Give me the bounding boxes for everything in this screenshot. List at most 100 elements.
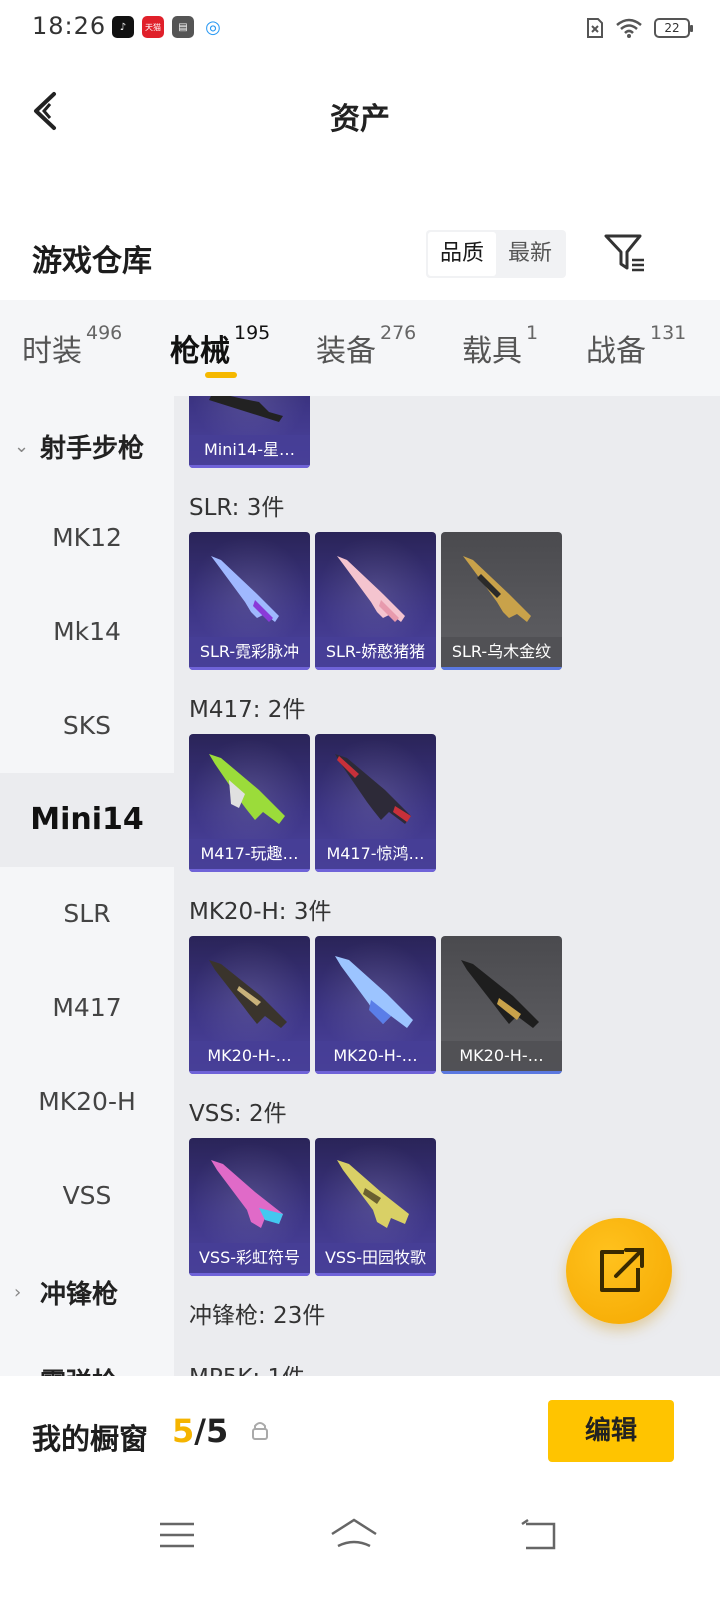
showcase-label: 我的橱窗	[32, 1422, 149, 1456]
weapon-card[interactable]: Mini14-星…	[189, 396, 310, 468]
back-nav-icon[interactable]	[508, 1510, 568, 1560]
tab-vehicles[interactable]: 载具1	[462, 322, 538, 370]
rifle-icon	[209, 396, 283, 422]
rifle-icon	[211, 1160, 283, 1228]
filter-icon[interactable]	[600, 228, 650, 278]
share-icon	[600, 1248, 644, 1292]
sidebar-category-smg[interactable]: › 冲锋枪	[14, 1274, 118, 1311]
colorful-app-icon: ◎	[202, 16, 224, 38]
group-label: M417: 2件	[189, 697, 306, 723]
weapon-type-sidebar: ⌄ 射手步枪 MK12 Mk14 SKS Mini14 SLR M417 MK2…	[0, 396, 174, 1376]
status-time: 18:26	[32, 12, 107, 40]
tiktok-icon: ♪	[112, 16, 134, 38]
section-row: 游戏仓库 品质 最新	[0, 226, 720, 286]
showcase-current: 5	[172, 1412, 195, 1450]
group-label: VSS: 2件	[189, 1101, 287, 1127]
card-caption: MK20-H-…	[441, 1041, 562, 1071]
card-caption: VSS-田园牧歌	[315, 1243, 436, 1273]
group-label: 冲锋枪: 23件	[189, 1303, 326, 1329]
battery-icon: 22	[654, 18, 693, 38]
card-caption: Mini14-星…	[189, 435, 310, 465]
showcase-bar: 我的橱窗 5/5 编辑	[0, 1376, 720, 1488]
weapon-card[interactable]: MK20-H-…	[315, 936, 436, 1074]
tab-label: 装备	[316, 334, 376, 369]
card-caption: MK20-H-…	[315, 1041, 436, 1071]
status-right: 22	[586, 17, 693, 39]
sidebar-category-shotgun[interactable]: › 霰弹枪	[14, 1362, 118, 1376]
tab-equipment[interactable]: 装备276	[316, 322, 416, 370]
status-bar: 18:26 ♪ 天猫 ▤ ◎ 22	[0, 0, 720, 58]
lock-icon	[252, 1422, 268, 1440]
sort-newest-button[interactable]: 最新	[496, 232, 564, 276]
card-caption: SLR-乌木金纹	[441, 637, 562, 667]
tab-label: 时装	[22, 334, 82, 369]
edit-button[interactable]: 编辑	[548, 1400, 674, 1462]
tab-supplies[interactable]: 战备131	[586, 322, 686, 370]
rifle-icon	[335, 754, 411, 824]
menu-icon[interactable]	[148, 1510, 208, 1560]
card-rarity-bar	[315, 1273, 436, 1276]
weapon-card[interactable]: SLR-娇憨猪猪	[315, 532, 436, 670]
rifle-icon	[209, 754, 285, 824]
weapon-card[interactable]: MK20-H-…	[441, 936, 562, 1074]
tab-label: 战备	[586, 334, 646, 369]
sidebar-category-label: 射手步枪	[40, 434, 145, 464]
tmall-icon: 天猫	[142, 16, 164, 38]
rifle-icon	[463, 556, 531, 622]
active-tab-indicator	[205, 372, 237, 378]
card-rarity-bar	[189, 1071, 310, 1074]
sidebar-item-m417[interactable]: M417	[0, 961, 174, 1055]
tab-fashion[interactable]: 时装496	[22, 322, 122, 370]
rifle-icon	[337, 1160, 409, 1228]
weapon-card[interactable]: SLR-乌木金纹	[441, 532, 562, 670]
sidebar-item-mk12[interactable]: MK12	[0, 491, 174, 585]
sidebar-item-sks[interactable]: SKS	[0, 679, 174, 773]
tab-label: 载具	[462, 334, 522, 369]
sidebar-category-marksman[interactable]: ⌄ 射手步枪	[14, 428, 144, 465]
sort-quality-button[interactable]: 品质	[428, 232, 497, 276]
card-caption: SLR-霓彩脉冲	[189, 637, 310, 667]
rifle-icon	[211, 556, 279, 622]
card-rarity-bar	[441, 1071, 562, 1074]
card-caption: SLR-娇憨猪猪	[315, 637, 436, 667]
chevron-down-icon: ⌄	[14, 436, 30, 457]
tab-count: 1	[526, 322, 539, 344]
status-app-icons: ♪ 天猫 ▤ ◎	[112, 16, 224, 38]
showcase-count: 5/5	[172, 1412, 228, 1450]
card-caption: M417-惊鸿…	[315, 839, 436, 869]
card-caption: MK20-H-…	[189, 1041, 310, 1071]
sidebar-item-mk14[interactable]: Mk14	[0, 585, 174, 679]
weapon-card[interactable]: M417-玩趣…	[189, 734, 310, 872]
rifle-icon	[461, 960, 539, 1028]
sidebar-item-slr[interactable]: SLR	[0, 867, 174, 961]
weapon-card[interactable]: SLR-霓彩脉冲	[189, 532, 310, 670]
section-title: 游戏仓库	[32, 244, 152, 279]
group-label: MK20-H: 3件	[189, 899, 332, 925]
sidebar-item-mini14[interactable]: Mini14	[0, 773, 174, 867]
chevron-right-icon: ›	[14, 1282, 22, 1303]
rifle-icon	[209, 960, 287, 1028]
card-rarity-bar	[315, 1071, 436, 1074]
weapon-card[interactable]: VSS-田园牧歌	[315, 1138, 436, 1276]
card-rarity-bar	[189, 1273, 310, 1276]
home-icon[interactable]	[324, 1510, 384, 1560]
sidebar-category-label: 冲锋枪	[40, 1280, 119, 1310]
share-button[interactable]	[566, 1218, 672, 1324]
system-nav-bar	[0, 1488, 720, 1600]
tab-count: 496	[86, 322, 123, 344]
card-caption: M417-玩趣…	[189, 839, 310, 869]
weapon-card[interactable]: M417-惊鸿…	[315, 734, 436, 872]
sort-toggle: 品质 最新	[426, 230, 567, 278]
no-sim-icon	[587, 18, 603, 38]
card-rarity-bar	[315, 667, 436, 670]
sidebar-item-vss[interactable]: VSS	[0, 1149, 174, 1243]
tab-weapons[interactable]: 枪械195	[170, 322, 270, 370]
tab-label: 枪械	[170, 334, 230, 369]
card-rarity-bar	[189, 465, 310, 468]
weapon-card[interactable]: VSS-彩虹符号	[189, 1138, 310, 1276]
card-caption: VSS-彩虹符号	[189, 1243, 310, 1273]
sidebar-item-mk20h[interactable]: MK20-H	[0, 1055, 174, 1149]
group-label: SLR: 3件	[189, 495, 285, 521]
card-rarity-bar	[189, 667, 310, 670]
weapon-card[interactable]: MK20-H-…	[189, 936, 310, 1074]
